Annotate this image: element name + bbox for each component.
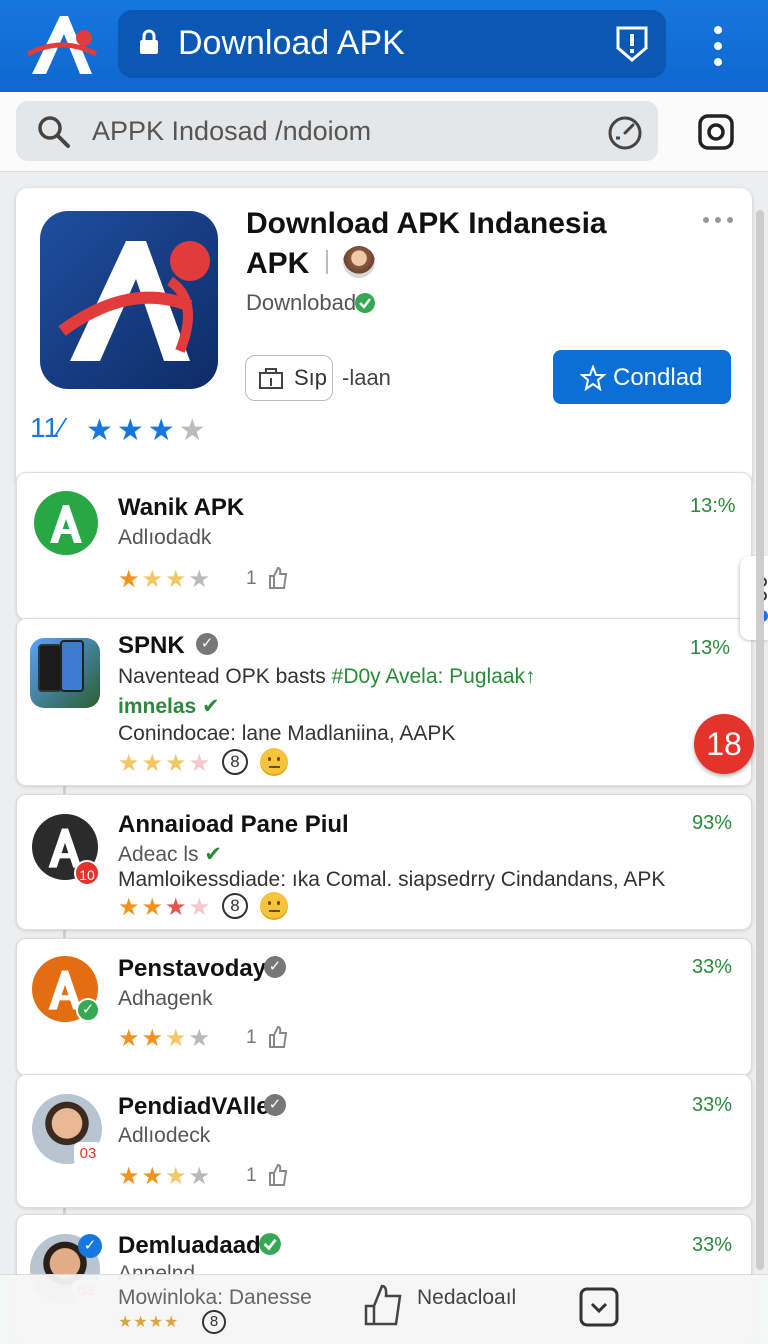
verified-icon: ✓ (196, 633, 218, 655)
item-tag: imnelas ✔ (118, 695, 220, 718)
search-icon[interactable] (36, 114, 72, 150)
scrollbar[interactable] (756, 210, 764, 1270)
app-title-line1: Download APK Indanesia (246, 207, 607, 240)
phones-thumbnail (30, 638, 100, 708)
letter-a-icon (50, 505, 82, 543)
camera-icon[interactable] (696, 112, 736, 152)
item-percent: 33% (692, 956, 733, 978)
download-box-icon[interactable] (578, 1286, 620, 1328)
item-detail: Mamloikessdiade: ıka Comal. siapsedrry C… (118, 868, 666, 891)
item-percent: 13:% (690, 495, 736, 517)
verified-icon (355, 293, 375, 313)
more-vert-icon[interactable] (708, 24, 728, 68)
item-review-count: 1 (246, 1165, 257, 1186)
app-icon-glyph (58, 241, 210, 361)
emoji-icon (260, 748, 288, 776)
hero-rating-value: 11⁄ (30, 412, 64, 443)
app-icon[interactable] (40, 211, 218, 389)
hero-rating-stars: ★★★★ (86, 414, 210, 447)
app-avatar (34, 491, 98, 555)
app-title-line2: APK (246, 247, 310, 280)
app-title: Download APK Indanesia APK (246, 204, 666, 284)
item-tag-text: imnelas (118, 695, 197, 718)
verified-icon: ✓ (264, 956, 286, 978)
thumb-icon (269, 566, 288, 589)
thumb-icon (269, 1025, 288, 1048)
thumb-icon[interactable] (362, 1282, 404, 1326)
page-title: Download APK (178, 24, 405, 62)
item-subtitle-text: Adeac ls (118, 843, 199, 866)
verified-icon: ✓ (76, 998, 100, 1022)
item-percent: 33% (692, 1094, 733, 1116)
item-title: Demluadaad (118, 1232, 261, 1259)
notification-badge[interactable]: 18 (694, 714, 754, 774)
bottom-status-text: Mowinloka: Danesse (118, 1286, 312, 1309)
item-description: Naventead OPK basts #D0y Avela: Puglaak↑ (118, 665, 536, 689)
avatar-count-badge: 03 (74, 1142, 102, 1166)
avatar-count-badge: 10 (74, 860, 100, 886)
item-description-highlight: #D0y Avela: Puglaak↑ (331, 665, 536, 688)
download-button-label: Condlad (613, 364, 703, 391)
bottom-stars: ★★★★ (118, 1314, 180, 1331)
verified-icon (259, 1233, 281, 1255)
bottom-action-label[interactable]: Nedacloaıl (417, 1286, 516, 1310)
item-stars: ★★★★ (118, 750, 213, 777)
item-subtitle: Adhagenk (118, 987, 213, 1010)
verified-icon: ✓ (78, 1234, 102, 1258)
item-title: Penstavoday (118, 955, 267, 982)
item-count-badge: 8 (222, 749, 248, 775)
item-review-count: 1 (246, 1027, 257, 1048)
app-logo-icon[interactable] (26, 10, 98, 78)
bag-icon (259, 368, 283, 389)
verified-icon: ✓ (264, 1094, 286, 1116)
item-count-badge: 8 (222, 893, 248, 919)
shield-alert-icon[interactable] (612, 24, 652, 64)
item-detail: Conindocae: lane Madlaniina, AAPK (118, 722, 456, 745)
search-query[interactable]: APPK Indosad /ndoiom (92, 116, 371, 147)
item-title: SPNK (118, 632, 185, 659)
item-title: Wanik APK (118, 494, 245, 521)
item-stars: ★★★★ (118, 1025, 213, 1052)
item-subtitle: Adeac ls ✔ (118, 843, 222, 866)
chip-aux-text: -laan (342, 365, 391, 390)
item-title: Annaıioad Pane Piul (118, 811, 349, 838)
item-stars: ★★★★ (118, 894, 213, 921)
emoji-icon (260, 892, 288, 920)
lock-icon (140, 29, 158, 54)
speed-icon[interactable] (606, 114, 644, 152)
star-outline-icon (580, 365, 606, 391)
share-chip-label: Sıp (294, 365, 328, 390)
item-percent: 13% (690, 637, 731, 659)
item-stars: ★★★★ (118, 566, 213, 593)
bottom-count-badge: 8 (202, 1310, 226, 1334)
item-description-text: Naventead OPK basts (118, 665, 326, 688)
item-stars: ★★★★ (118, 1163, 213, 1190)
developer-avatar[interactable] (343, 246, 375, 278)
item-subtitle: Adlıodeck (118, 1124, 211, 1147)
more-horiz-icon[interactable] (702, 214, 734, 226)
item-subtitle: Adlıodadk (118, 526, 212, 549)
title-separator (326, 250, 328, 274)
item-percent: 33% (692, 1234, 733, 1256)
thumb-icon (269, 1163, 288, 1186)
item-percent: 93% (692, 812, 733, 834)
developer-name[interactable]: Downlobad (246, 290, 356, 316)
item-review-count: 1 (246, 568, 257, 589)
item-title: PendiadVAlle (118, 1093, 270, 1120)
